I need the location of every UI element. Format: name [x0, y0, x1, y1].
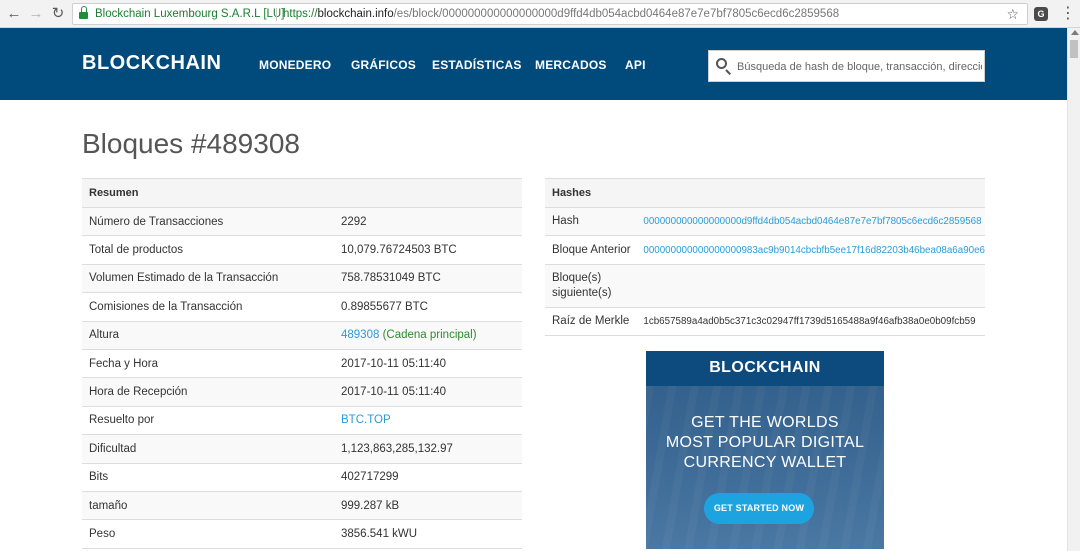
- site-header: BLOCKCHAIN MONEDERO GRÁFICOS ESTADÍSTICA…: [0, 28, 1067, 100]
- row-value: 1cb657589a4ad0b5c371c3c02947ff1739d51654…: [636, 307, 985, 337]
- table-row: Bloque Anterior 000000000000000000983ac9…: [545, 235, 985, 265]
- bookmark-star-icon[interactable]: ☆: [1006, 4, 1019, 24]
- miner-link[interactable]: BTC.TOP: [341, 414, 391, 426]
- table-row: Hora de Recepción 2017-10-11 05:11:40: [82, 377, 522, 407]
- row-label: Fecha y Hora: [82, 349, 334, 379]
- page-scrollbar[interactable]: [1067, 28, 1080, 551]
- block-hash-link[interactable]: 000000000000000000d9ffd4db054acbd0464e87…: [643, 216, 981, 227]
- row-label: Altura: [82, 321, 334, 350]
- table-row: Raíz de Merkle 1cb657589a4ad0b5c371c3c02…: [545, 307, 985, 337]
- row-value: 2017-10-11 05:11:40: [334, 377, 522, 407]
- lock-icon: [79, 6, 88, 19]
- scroll-up-arrow-icon[interactable]: [1071, 30, 1079, 35]
- address-separator: [276, 8, 277, 21]
- browser-menu-icon[interactable]: ⋮: [1060, 4, 1076, 24]
- row-value: 999.287 kB: [334, 491, 522, 521]
- row-label: Volumen Estimado de la Transacción: [82, 264, 334, 294]
- main-chain-label: (Cadena principal): [382, 329, 477, 342]
- row-value: 2292: [334, 207, 522, 237]
- get-started-button[interactable]: GET STARTED NOW: [704, 493, 814, 524]
- row-value: 10,079.76724503 BTC: [334, 235, 522, 265]
- hashes-heading: Hashes: [545, 178, 985, 208]
- url-host: blockchain.info: [317, 8, 394, 20]
- search-input[interactable]: [737, 58, 982, 76]
- table-row: Hash 000000000000000000d9ffd4db054acbd04…: [545, 207, 985, 237]
- table-row: Dificultad 1,123,863,285,132.97: [82, 434, 522, 464]
- forward-icon[interactable]: →: [26, 4, 46, 24]
- table-row: Número de Transacciones 2292: [82, 207, 522, 237]
- nav-estadisticas[interactable]: ESTADÍSTICAS: [432, 58, 522, 72]
- row-label: Bloque Anterior: [545, 235, 637, 265]
- row-value: 1,123,863,285,132.97: [334, 434, 522, 464]
- extension-icon[interactable]: G: [1034, 7, 1048, 21]
- back-icon[interactable]: ←: [4, 4, 24, 24]
- row-value: 758.78531049 BTC: [334, 264, 522, 294]
- row-value: 402717299: [334, 463, 522, 492]
- row-label: Raíz de Merkle: [545, 307, 637, 337]
- row-label: tamaño: [82, 491, 334, 521]
- row-value: 489308 (Cadena principal): [334, 321, 522, 350]
- summary-table: Resumen Número de Transacciones 2292 Tot…: [82, 178, 522, 549]
- ad-headline-line-2: MOST POPULAR DIGITAL: [665, 434, 865, 451]
- row-label: Comisiones de la Transacción: [82, 292, 334, 322]
- row-label: Bloque(s) siguiente(s): [545, 264, 637, 308]
- browser-toolbar: ← → ↻ Blockchain Luxembourg S.A.R.L [LU]…: [0, 0, 1080, 28]
- previous-block-link[interactable]: 000000000000000000983ac9b9014cbcbfb5ee17…: [643, 245, 985, 256]
- ad-headline-line-3: CURRENCY WALLET: [683, 454, 847, 471]
- row-value: 0.89855677 BTC: [334, 292, 522, 322]
- row-value: 2017-10-11 05:11:40: [334, 349, 522, 379]
- row-label: Dificultad: [82, 434, 334, 464]
- summary-heading: Resumen: [82, 178, 522, 208]
- table-row: Total de productos 10,079.76724503 BTC: [82, 235, 522, 265]
- nav-monedero[interactable]: MONEDERO: [259, 58, 331, 72]
- nav-graficos[interactable]: GRÁFICOS: [351, 58, 416, 72]
- search-icon[interactable]: [715, 57, 733, 75]
- nav-api[interactable]: API: [625, 58, 646, 72]
- site-logo[interactable]: BLOCKCHAIN: [82, 52, 221, 75]
- table-row: tamaño 999.287 kB: [82, 491, 522, 521]
- row-label: Hora de Recepción: [82, 377, 334, 407]
- row-label: Bits: [82, 463, 334, 492]
- search-box[interactable]: [708, 50, 985, 82]
- block-height-link[interactable]: 489308: [341, 329, 379, 341]
- row-value: 000000000000000000d9ffd4db054acbd0464e87…: [636, 207, 985, 237]
- row-value: 3856.541 kWU: [334, 519, 522, 549]
- reload-icon[interactable]: ↻: [48, 4, 68, 24]
- row-label: Total de productos: [82, 235, 334, 265]
- url-protocol: https://: [283, 8, 318, 20]
- row-value: [636, 264, 985, 308]
- table-row: Comisiones de la Transacción 0.89855677 …: [82, 292, 522, 322]
- scroll-thumb[interactable]: [1070, 40, 1078, 58]
- table-row: Fecha y Hora 2017-10-11 05:11:40: [82, 349, 522, 379]
- table-row: Resuelto por BTC.TOP: [82, 406, 522, 436]
- row-label: Resuelto por: [82, 406, 334, 436]
- url-text[interactable]: https://blockchain.info/es/block/0000000…: [283, 4, 839, 24]
- row-value: 000000000000000000983ac9b9014cbcbfb5ee17…: [636, 235, 985, 265]
- table-row: Peso 3856.541 kWU: [82, 519, 522, 549]
- wallet-advertisement[interactable]: BLOCKCHAIN GET THE WORLDS MOST POPULAR D…: [646, 351, 884, 549]
- ad-headline-line-1: GET THE WORLDS: [691, 414, 839, 431]
- row-value: BTC.TOP: [334, 406, 522, 436]
- hashes-table: Hashes Hash 000000000000000000d9ffd4db05…: [545, 178, 985, 337]
- nav-mercados[interactable]: MERCADOS: [535, 58, 607, 72]
- table-row: Volumen Estimado de la Transacción 758.7…: [82, 264, 522, 294]
- page-title: Bloques #489308: [82, 128, 300, 159]
- row-label: Peso: [82, 519, 334, 549]
- table-row: Bloque(s) siguiente(s): [545, 264, 985, 308]
- ad-logo: BLOCKCHAIN: [709, 359, 821, 376]
- url-path: /es/block/000000000000000000d9ffd4db054a…: [393, 8, 840, 20]
- row-label: Número de Transacciones: [82, 207, 334, 237]
- site-identity[interactable]: Blockchain Luxembourg S.A.R.L [LU]: [95, 4, 284, 24]
- row-label: Hash: [545, 207, 637, 237]
- table-row: Bits 402717299: [82, 463, 522, 492]
- table-row: Altura 489308 (Cadena principal): [82, 321, 522, 350]
- address-bar[interactable]: Blockchain Luxembourg S.A.R.L [LU] https…: [72, 3, 1028, 25]
